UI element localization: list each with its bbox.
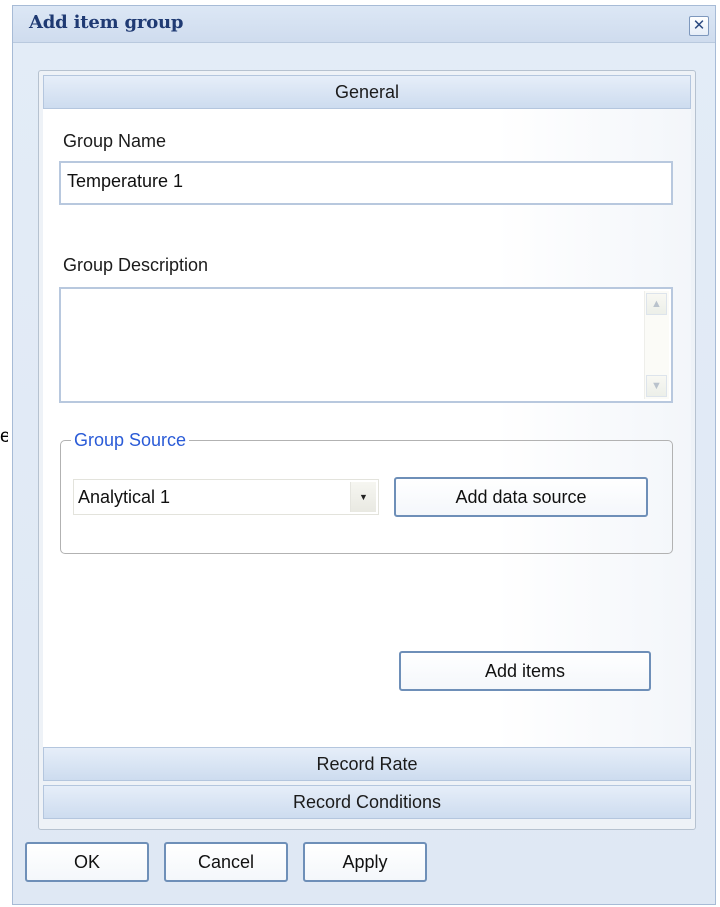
section-header-record-rate[interactable]: Record Rate [43,747,691,781]
description-scrollbar[interactable]: ▲ ▼ [644,291,669,399]
group-description-label: Group Description [63,255,209,275]
accordion-panel: General Group Name Temperature 1 Group D… [38,70,696,830]
add-item-group-dialog: Add item group ✕ General Group Name Temp… [12,5,716,905]
section-header-general[interactable]: General [43,75,691,109]
close-icon: ✕ [692,17,706,34]
add-items-button[interactable]: Add items [399,651,651,691]
apply-button[interactable]: Apply [303,842,427,882]
group-name-input[interactable]: Temperature 1 [59,161,673,205]
scroll-up-arrow-icon[interactable]: ▲ [646,293,667,315]
group-source-selected-value: Analytical 1 [78,487,171,507]
group-source-dropdown[interactable]: Analytical 1 ▼ [73,479,379,515]
group-source-legend: Group Source [71,430,190,451]
ok-button[interactable]: OK [25,842,149,882]
close-button[interactable]: ✕ [689,16,709,36]
general-section-body: Group Name Temperature 1 Group Descripti… [43,109,691,747]
group-description-textarea[interactable]: ▲ ▼ [59,287,673,403]
group-name-value: Temperature 1 [67,171,184,191]
group-name-label: Group Name [63,131,167,151]
section-header-record-conditions[interactable]: Record Conditions [43,785,691,819]
cancel-button[interactable]: Cancel [164,842,288,882]
dialog-title: Add item group [29,12,184,33]
scroll-down-arrow-icon[interactable]: ▼ [646,375,667,397]
group-source-groupbox: Group Source Analytical 1 ▼ Add data sou… [60,430,673,554]
page: e Add item group ✕ General Group Name Te… [0,0,720,907]
add-data-source-button[interactable]: Add data source [394,477,648,517]
chevron-down-icon[interactable]: ▼ [350,482,376,512]
dialog-titlebar[interactable]: Add item group ✕ [13,6,715,43]
background-text-fragment: e [0,426,8,447]
